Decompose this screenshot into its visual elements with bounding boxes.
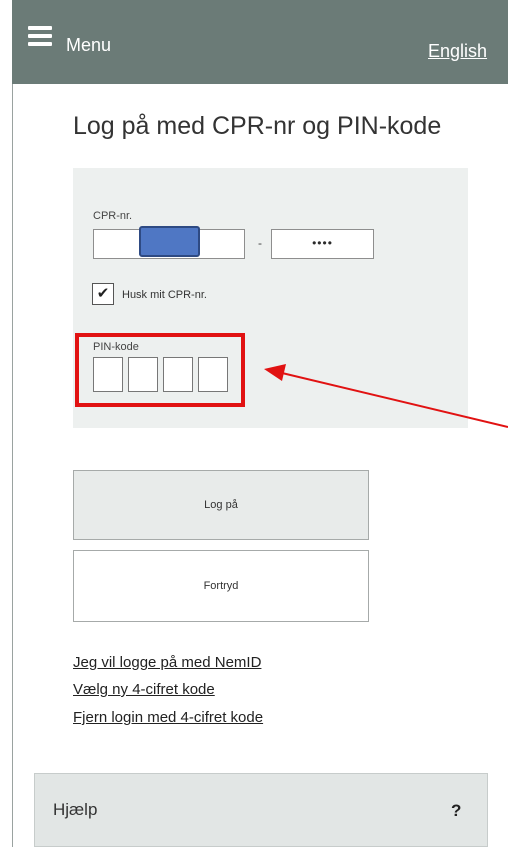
help-section[interactable]: Hjælp ?	[34, 773, 488, 847]
question-mark-icon[interactable]: ?	[451, 801, 461, 821]
nemid-login-link[interactable]: Jeg vil logge på med NemID	[73, 654, 261, 671]
help-label: Hjælp	[53, 800, 98, 819]
login-button[interactable]: Log på	[73, 470, 369, 540]
cancel-button[interactable]: Fortryd	[73, 550, 369, 622]
choose-new-code-link[interactable]: Vælg ny 4-cifret kode	[73, 681, 215, 698]
remove-code-login-link[interactable]: Fjern login med 4-cifret kode	[73, 709, 263, 726]
